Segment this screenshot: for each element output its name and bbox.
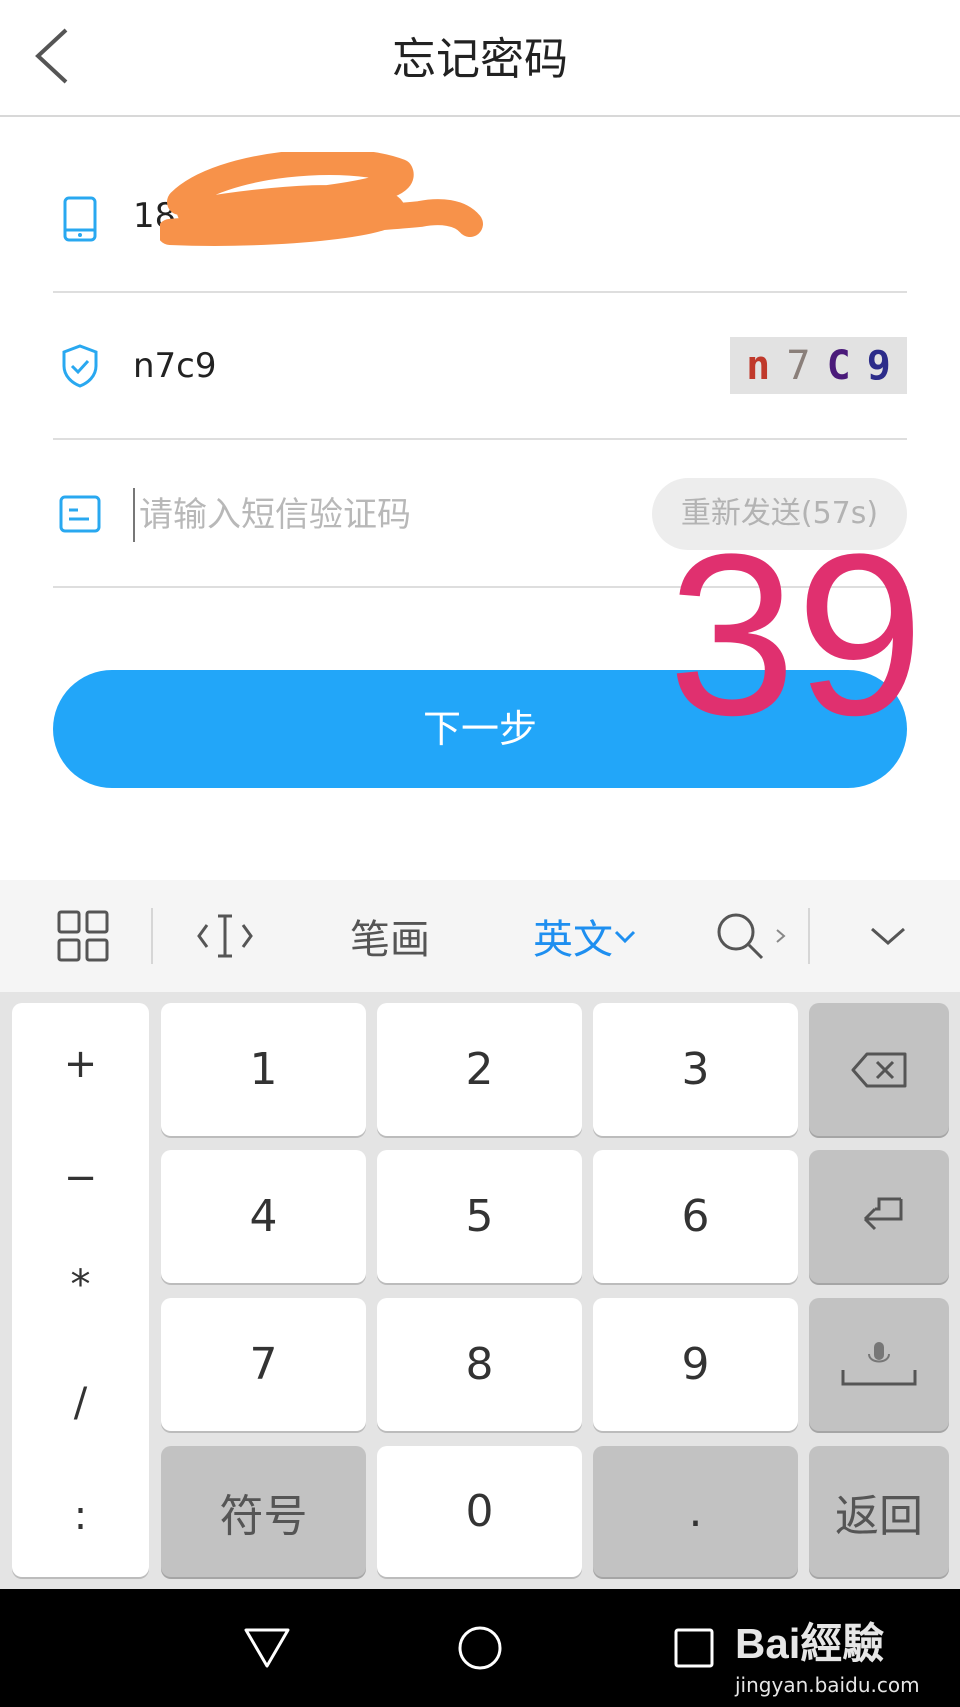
symbol-key[interactable]: * [12,1245,149,1325]
key-5[interactable]: 5 [377,1150,582,1283]
chevron-down-icon [614,930,636,944]
key-3[interactable]: 3 [593,1003,798,1136]
divider [53,291,907,293]
grid-menu-button[interactable] [40,880,125,992]
watermark-brand: Bai經驗 [735,1620,885,1667]
search-button[interactable] [700,880,800,992]
nav-home-icon[interactable] [456,1624,504,1672]
backspace-icon [851,1052,907,1087]
symbol-key[interactable]: − [12,1138,149,1218]
cursor-move-button[interactable] [185,880,265,992]
divider [53,438,907,440]
key-0[interactable]: 0 [377,1446,582,1577]
key-9[interactable]: 9 [593,1298,798,1431]
captcha-input[interactable]: n7c9 [133,346,217,386]
search-icon [717,913,764,960]
shield-check-icon [62,344,98,388]
captcha-char: C [826,342,851,389]
key-4[interactable]: 4 [161,1150,366,1283]
key-2[interactable]: 2 [377,1003,582,1136]
redaction-scribble [160,152,483,246]
stroke-input-mode[interactable]: 笔画 [330,880,450,992]
english-mode-selector[interactable]: 英文 [515,880,655,992]
cursor-icon [197,914,253,958]
key-6[interactable]: 6 [593,1150,798,1283]
captcha-char: 7 [786,342,811,389]
message-icon [59,495,101,533]
page-title: 忘记密码 [392,34,568,85]
grid-icon [57,910,108,962]
nav-back-icon[interactable] [242,1626,292,1670]
watermark-url: jingyan.baidu.com [735,1673,920,1697]
return-key[interactable]: 返回 [809,1446,949,1577]
key-7[interactable]: 7 [161,1298,366,1431]
enter-icon [863,1197,903,1230]
keyboard-toolbar [0,880,960,992]
dot-key[interactable]: . [593,1446,798,1577]
symbol-key[interactable]: : [12,1476,149,1556]
annotation-number: 39 [668,506,924,763]
captcha-char: 9 [866,342,891,389]
english-mode-label: 英文 [533,917,613,963]
baidu-watermark: Bai經驗 jingyan.baidu.com [735,1610,920,1697]
key-8[interactable]: 8 [377,1298,582,1431]
symbol-key[interactable]: / [12,1363,149,1443]
voice-space-key[interactable] [809,1298,949,1431]
collapse-keyboard-button[interactable] [850,880,925,992]
symbols-key[interactable]: 符号 [161,1446,366,1577]
nav-recents-icon[interactable] [673,1627,715,1669]
captcha-char: n [746,342,771,389]
symbol-key[interactable]: + [12,1024,149,1104]
captcha-image[interactable]: n 7 C 9 [730,337,907,394]
chevron-down-icon [870,927,905,945]
sms-code-input[interactable] [133,488,639,542]
microphone-space-icon [841,1341,917,1385]
phone-icon [63,196,97,242]
toolbar-separator [808,908,810,964]
toolbar-separator [151,908,153,964]
backspace-key[interactable] [809,1003,949,1136]
enter-key[interactable] [809,1150,949,1283]
key-1[interactable]: 1 [161,1003,366,1136]
chevron-right-icon [776,929,786,943]
